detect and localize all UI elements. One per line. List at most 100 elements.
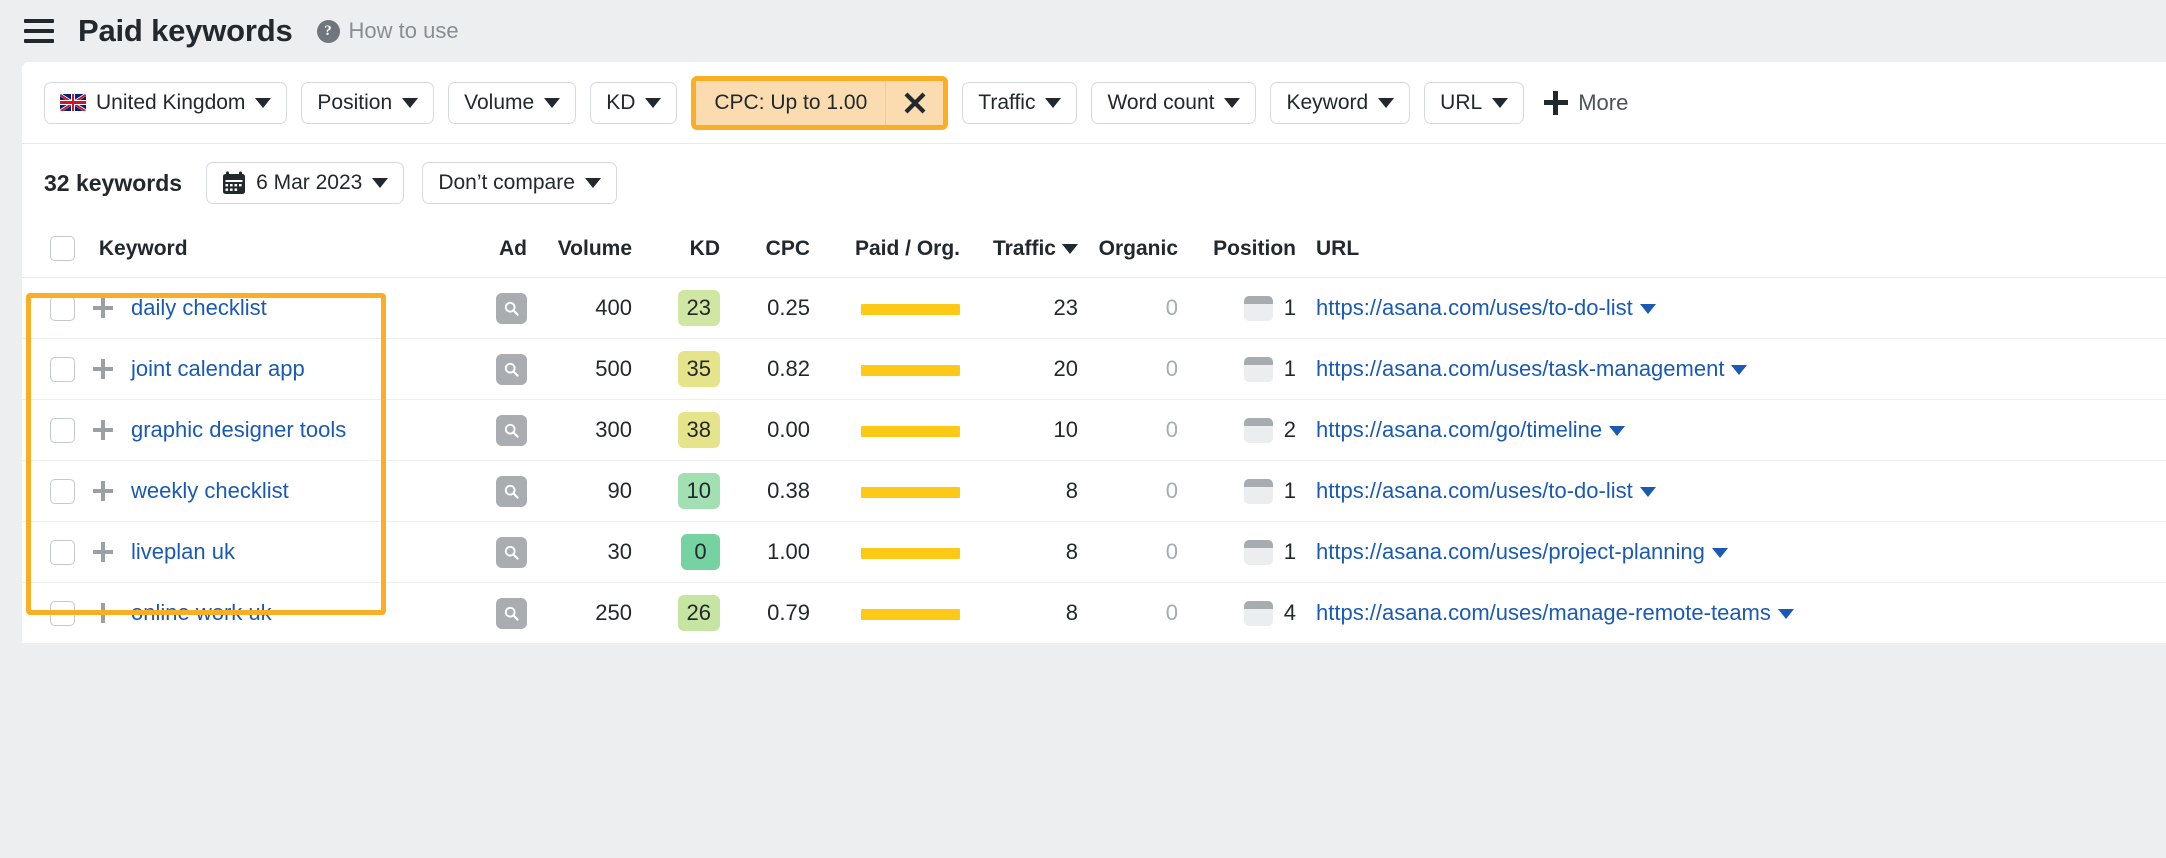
column-header-keyword[interactable]: Keyword: [22, 222, 442, 278]
table-row: liveplan uk 30 0 1.00 8 0 1 https://asan…: [22, 521, 2166, 583]
filter-word-count[interactable]: Word count: [1091, 81, 1257, 124]
magnifier-icon[interactable]: [496, 597, 527, 629]
question-mark-icon: ?: [316, 19, 340, 43]
keyword-link[interactable]: weekly checklist: [131, 478, 289, 504]
cell-cpc: 0.38: [720, 460, 810, 522]
plus-icon: [1544, 90, 1569, 115]
cell-paid-org: [810, 338, 960, 400]
cell-kd: 35: [632, 338, 720, 400]
row-checkbox[interactable]: [50, 417, 75, 443]
column-header-organic[interactable]: Organic: [1078, 222, 1178, 278]
kd-badge: 26: [677, 595, 720, 631]
add-keyword-icon[interactable]: [93, 359, 113, 379]
row-checkbox[interactable]: [50, 539, 75, 565]
filter-volume[interactable]: Volume: [448, 81, 577, 124]
filter-kd[interactable]: KD: [590, 81, 678, 124]
column-header-kd[interactable]: KD: [632, 222, 720, 278]
add-keyword-icon[interactable]: [93, 420, 113, 440]
filter-position[interactable]: Position: [301, 81, 435, 124]
row-checkbox[interactable]: [50, 295, 75, 321]
column-header-cpc[interactable]: CPC: [720, 222, 810, 278]
date-picker[interactable]: 6 Mar 2023: [206, 162, 405, 204]
filter-country[interactable]: United Kingdom: [44, 81, 288, 124]
keyword-link[interactable]: online work uk: [131, 600, 272, 626]
cell-url: https://asana.com/uses/task-management: [1296, 338, 2166, 400]
filter-traffic[interactable]: Traffic: [962, 81, 1078, 124]
table-row: graphic designer tools 300 38 0.00 10 0 …: [22, 399, 2166, 461]
cell-cpc: 0.00: [720, 399, 810, 461]
add-keyword-icon[interactable]: [93, 481, 113, 501]
cell-volume: 400: [527, 277, 632, 339]
table-row: weekly checklist 90 10 0.38 8 0 1 https:…: [22, 460, 2166, 522]
add-keyword-icon[interactable]: [93, 542, 113, 562]
keyword-link[interactable]: graphic designer tools: [131, 417, 346, 443]
column-header-position[interactable]: Position: [1178, 222, 1296, 278]
column-header-volume[interactable]: Volume: [527, 222, 632, 278]
select-all-checkbox[interactable]: [50, 236, 75, 261]
chevron-down-icon[interactable]: [1609, 426, 1626, 437]
cell-cpc: 1.00: [720, 521, 810, 583]
row-checkbox[interactable]: [50, 478, 75, 504]
kd-badge: 35: [677, 351, 720, 387]
chevron-down-icon[interactable]: [1731, 365, 1748, 376]
keyword-link[interactable]: liveplan uk: [131, 539, 235, 565]
cell-traffic: 20: [960, 338, 1078, 400]
cell-organic: 0: [1078, 399, 1178, 461]
how-to-use-link[interactable]: ? How to use: [316, 18, 459, 44]
url-link[interactable]: https://asana.com/uses/to-do-list: [1316, 295, 1633, 320]
cell-volume: 300: [527, 399, 632, 461]
app-header: Paid keywords ? How to use: [0, 0, 2166, 62]
url-link[interactable]: https://asana.com/uses/project-planning: [1316, 539, 1705, 564]
chevron-down-icon[interactable]: [1639, 304, 1656, 315]
cell-keyword: daily checklist: [22, 277, 442, 339]
filter-cpc-active[interactable]: CPC: Up to 1.00: [696, 80, 944, 125]
chevron-down-icon[interactable]: [1711, 548, 1728, 559]
chevron-down-icon: [1492, 97, 1509, 108]
magnifier-icon[interactable]: [496, 414, 527, 446]
more-filters-button[interactable]: More: [1544, 90, 1628, 116]
column-header-traffic[interactable]: Traffic: [960, 222, 1078, 278]
column-header-url[interactable]: URL: [1296, 222, 2166, 278]
column-header-ad[interactable]: Ad: [442, 222, 527, 278]
cell-keyword: liveplan uk: [22, 521, 442, 583]
cell-keyword: weekly checklist: [22, 460, 442, 522]
hamburger-icon[interactable]: [24, 19, 54, 43]
row-checkbox[interactable]: [50, 600, 75, 626]
paid-org-bar: [861, 303, 960, 315]
add-keyword-icon[interactable]: [93, 603, 113, 623]
paid-org-bar: [861, 486, 960, 498]
position-value: 1: [1283, 356, 1296, 381]
url-link[interactable]: https://asana.com/uses/to-do-list: [1316, 478, 1633, 503]
chevron-down-icon[interactable]: [1639, 487, 1656, 498]
filter-url[interactable]: URL: [1424, 81, 1525, 124]
magnifier-icon[interactable]: [496, 292, 527, 324]
row-checkbox[interactable]: [50, 356, 75, 382]
cell-position: 1: [1178, 460, 1296, 522]
chevron-down-icon[interactable]: [1777, 609, 1794, 620]
url-link[interactable]: https://asana.com/go/timeline: [1316, 417, 1602, 442]
magnifier-icon[interactable]: [496, 475, 527, 507]
filter-keyword[interactable]: Keyword: [1270, 81, 1411, 124]
app-root: Paid keywords ? How to use United Kingdo…: [0, 0, 2166, 858]
cell-organic: 0: [1078, 521, 1178, 583]
serp-feature-icon: [1243, 600, 1273, 626]
magnifier-icon[interactable]: [496, 536, 527, 568]
compare-selector[interactable]: Don’t compare: [422, 162, 617, 204]
close-icon[interactable]: [885, 80, 943, 125]
cell-url: https://asana.com/uses/to-do-list: [1296, 277, 2166, 339]
keyword-link[interactable]: joint calendar app: [131, 356, 305, 382]
cell-keyword: graphic designer tools: [22, 399, 442, 461]
cell-traffic: 10: [960, 399, 1078, 461]
url-link[interactable]: https://asana.com/uses/task-management: [1316, 356, 1724, 381]
position-value: 4: [1283, 600, 1296, 625]
magnifier-icon[interactable]: [496, 353, 527, 385]
cell-ad: [442, 399, 527, 461]
cell-ad: [442, 521, 527, 583]
cell-cpc: 0.79: [720, 582, 810, 644]
cell-traffic: 8: [960, 521, 1078, 583]
cell-position: 1: [1178, 521, 1296, 583]
url-link[interactable]: https://asana.com/uses/manage-remote-tea…: [1316, 600, 1771, 625]
add-keyword-icon[interactable]: [93, 298, 113, 318]
keyword-link[interactable]: daily checklist: [131, 295, 267, 321]
column-header-paid-org[interactable]: Paid / Org.: [810, 222, 960, 278]
